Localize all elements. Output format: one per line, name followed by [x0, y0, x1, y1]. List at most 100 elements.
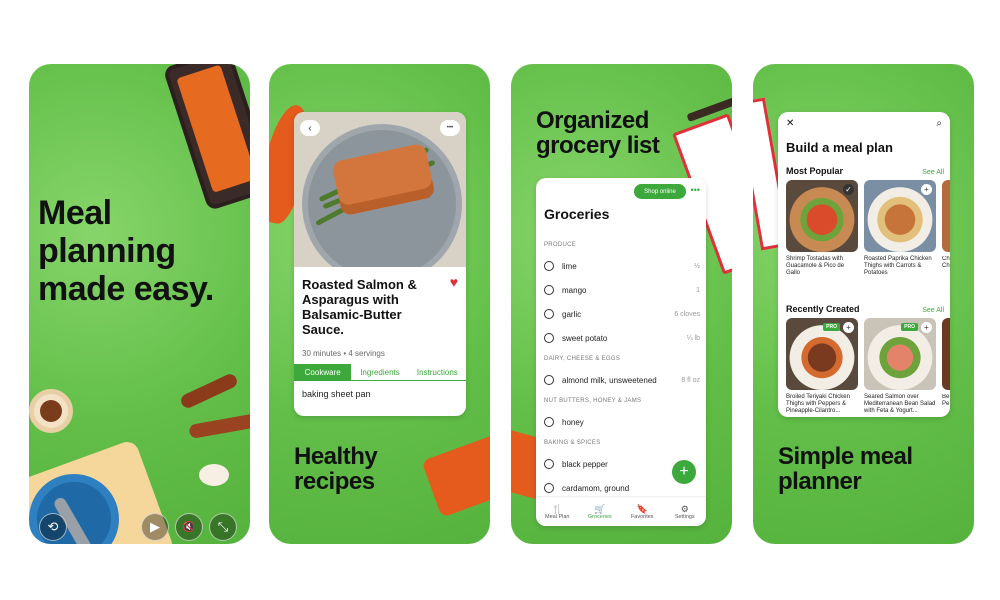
recipe-card-partial[interactable]: Be Pe [942, 318, 950, 415]
tab-instructions[interactable]: Instructions [408, 364, 466, 381]
grocery-item-quantity: 6 cloves [674, 310, 700, 318]
nav-label: Meal Plan [545, 513, 570, 520]
grocery-item[interactable]: almond milk, unsweetened 8 fl oz [544, 368, 700, 392]
recipe-caption: Broiled Teriyaki Chicken Thighs with Pep… [786, 394, 850, 414]
grocery-item-name: honey [562, 417, 584, 427]
grocery-list: PRODUCE lime ½ mango 1 garlic 6 cloves sweet po… [544, 236, 700, 500]
recipe-image: PRO + [864, 318, 936, 390]
recipe-card[interactable]: + Roasted Paprika Chicken Thighs with Ca… [864, 180, 936, 277]
cutting-board-illustration [421, 430, 490, 518]
grocery-item-name: garlic [562, 309, 582, 319]
grocery-section-header: PRODUCE [544, 242, 577, 248]
spatula-illustration [188, 413, 250, 439]
pro-badge: PRO [823, 323, 840, 331]
grocery-item[interactable]: mango 1 [544, 278, 700, 302]
check-icon[interactable]: ✓ [843, 184, 854, 195]
grocery-item-name: lime [562, 261, 577, 271]
grocery-section-header: NUT BUTTERS, HONEY & JAMS [544, 398, 642, 404]
tab-ingredients[interactable]: Ingredients [351, 364, 409, 381]
fullscreen-icon[interactable]: ⤡ [209, 513, 237, 541]
recipe-image: ✓ [786, 180, 858, 252]
recipe-image: + [864, 180, 936, 252]
add-item-button[interactable]: + [672, 460, 696, 484]
checkbox[interactable] [544, 459, 554, 469]
promo-card-healthy-recipes: ‹ ••• Roasted Salmon & Asparagus with Ba… [269, 64, 490, 544]
grocery-item-quantity: ½ [694, 262, 700, 270]
recipe-card[interactable]: PRO + Broiled Teriyaki Chicken Thighs wi… [786, 318, 858, 415]
promo-card-meal-planner: ✕ ⌕ Build a meal plan Most Popular See A… [753, 64, 974, 544]
page-title: Build a meal plan [786, 140, 893, 155]
see-all-link[interactable]: See All [922, 169, 944, 176]
headline-line: planning [38, 232, 176, 270]
meal-plan-screen: ✕ ⌕ Build a meal plan Most Popular See A… [778, 112, 950, 417]
promo-card-meal-planning: Meal planning made easy. ⟲ ▶ 🔇 ⤡ [29, 64, 250, 544]
replay-icon[interactable]: ⟲ [39, 513, 67, 541]
recipe-photo: ‹ ••• [294, 112, 466, 267]
recipe-screen: ‹ ••• Roasted Salmon & Asparagus with Ba… [294, 112, 466, 416]
headline-line: Simple meal [778, 443, 913, 470]
checkbox[interactable] [544, 333, 554, 343]
grocery-item-name: mango [562, 285, 587, 295]
recipe-card[interactable]: PRO + Seared Salmon over Mediterranean B… [864, 318, 936, 415]
promo-card-grocery-list: Organized grocery list Shop online ••• G… [511, 64, 732, 544]
more-options-button[interactable]: ••• [440, 120, 460, 136]
add-icon[interactable]: + [843, 322, 854, 333]
grocery-item[interactable]: honey [544, 410, 700, 434]
nav-groceries[interactable]: 🛒 Groceries [579, 497, 622, 526]
recipe-caption: Roasted Paprika Chicken Thighs with Carr… [864, 256, 932, 276]
see-all-link[interactable]: See All [922, 307, 944, 314]
search-icon[interactable]: ⌕ [936, 118, 942, 129]
grocery-item-name: almond milk, unsweetened [562, 375, 657, 385]
checkbox[interactable] [544, 261, 554, 271]
play-icon[interactable]: ▶ [141, 513, 169, 541]
checkbox[interactable] [544, 285, 554, 295]
recipe-carousel: PRO + Broiled Teriyaki Chicken Thighs wi… [786, 318, 950, 415]
recipe-caption: Shrimp Tostadas with Guacamole & Pico de… [786, 256, 845, 276]
mute-icon[interactable]: 🔇 [175, 513, 203, 541]
headline-line: Meal [38, 194, 112, 232]
page-title: Groceries [544, 206, 610, 222]
section-title: Most Popular [786, 166, 844, 176]
close-icon[interactable]: ✕ [786, 118, 794, 129]
headline-line: grocery list [536, 132, 660, 159]
back-button[interactable]: ‹ [300, 120, 320, 136]
section-header: Recently Created See All [786, 304, 944, 314]
grocery-item-quantity: 1 [696, 286, 700, 294]
grocery-section-header: BAKING & SPICES [544, 440, 601, 446]
checkbox[interactable] [544, 375, 554, 385]
nav-settings[interactable]: ⚙ Settings [664, 497, 707, 526]
phone-illustration [162, 64, 250, 212]
coffee-cup-illustration [29, 389, 73, 433]
grocery-item[interactable]: sweet potato ¼ lb [544, 326, 700, 350]
spoon-illustration [178, 371, 240, 411]
checkbox[interactable] [544, 417, 554, 427]
pro-badge: PRO [901, 323, 918, 331]
tab-cookware[interactable]: Cookware [294, 364, 352, 381]
nav-meal-plan[interactable]: 🍴 Meal Plan [536, 497, 579, 526]
headline: Simple meal planner [778, 444, 913, 494]
headline: Meal planning made easy. [38, 194, 248, 308]
section-header: Most Popular See All [786, 166, 944, 176]
add-icon[interactable]: + [921, 184, 932, 195]
headline-line: Healthy [294, 443, 378, 470]
recipe-tabs: Cookware Ingredients Instructions [294, 364, 466, 381]
checkbox[interactable] [544, 483, 554, 493]
checkbox[interactable] [544, 309, 554, 319]
grocery-section-header: DAIRY, CHEESE & EGGS [544, 356, 621, 362]
recipe-carousel: ✓ Shrimp Tostadas with Guacamole & Pico … [786, 180, 950, 277]
garlic-illustration [199, 464, 229, 486]
grocery-item[interactable]: lime ½ [544, 254, 700, 278]
nav-favorites[interactable]: 🔖 Favorites [621, 497, 664, 526]
heart-icon[interactable]: ♥ [450, 274, 458, 290]
recipe-card-partial[interactable]: Ch Ch [942, 180, 950, 277]
shop-online-button[interactable]: Shop online [634, 184, 686, 199]
more-options-button[interactable]: ••• [691, 185, 700, 195]
add-icon[interactable]: + [921, 322, 932, 333]
grocery-screen: Shop online ••• Groceries PRODUCE lime ½ ma… [536, 178, 706, 526]
recipe-image: PRO + [786, 318, 858, 390]
headline-line: made easy. [38, 270, 214, 308]
recipe-image [942, 180, 950, 252]
recipe-card[interactable]: ✓ Shrimp Tostadas with Guacamole & Pico … [786, 180, 858, 277]
headline-line: planner [778, 468, 862, 495]
grocery-item[interactable]: garlic 6 cloves [544, 302, 700, 326]
